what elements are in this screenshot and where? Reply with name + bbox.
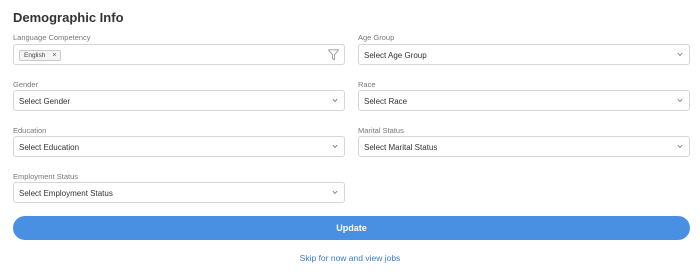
chevron-down-icon xyxy=(332,190,338,195)
age-group-label: Age Group xyxy=(358,33,395,42)
chevron-down-icon xyxy=(677,98,683,103)
chevron-down-icon xyxy=(677,52,683,57)
gender-value: Select Gender xyxy=(19,97,71,106)
marital-status-value: Select Marital Status xyxy=(364,143,438,152)
marital-status-label: Marital Status xyxy=(358,126,404,135)
language-chip-english: English × xyxy=(19,50,62,61)
race-label: Race xyxy=(358,80,376,89)
employment-status-select[interactable]: Select Employment Status xyxy=(13,182,345,203)
close-icon[interactable]: × xyxy=(52,52,56,59)
update-button[interactable]: Update xyxy=(13,216,690,240)
language-multiselect[interactable]: English × xyxy=(13,44,345,65)
education-value: Select Education xyxy=(19,143,80,152)
gender-label: Gender xyxy=(13,80,39,89)
employment-status-value: Select Employment Status xyxy=(19,189,113,198)
language-label: Language Competency xyxy=(13,33,91,42)
section-title: Demographic Info xyxy=(13,10,124,25)
race-value: Select Race xyxy=(364,97,408,106)
gender-select[interactable]: Select Gender xyxy=(13,90,345,111)
age-group-value: Select Age Group xyxy=(364,51,427,60)
chip-label: English xyxy=(24,52,46,59)
education-label: Education xyxy=(13,126,47,135)
chevron-down-icon xyxy=(332,98,338,103)
education-select[interactable]: Select Education xyxy=(13,136,345,157)
chevron-down-icon xyxy=(677,144,683,149)
race-select[interactable]: Select Race xyxy=(358,90,690,111)
filter-icon[interactable] xyxy=(328,49,339,61)
chevron-down-icon xyxy=(332,144,338,149)
age-group-select[interactable]: Select Age Group xyxy=(358,44,690,65)
skip-link[interactable]: Skip for now and view jobs xyxy=(0,253,700,263)
marital-status-select[interactable]: Select Marital Status xyxy=(358,136,690,157)
employment-status-label: Employment Status xyxy=(13,172,79,181)
